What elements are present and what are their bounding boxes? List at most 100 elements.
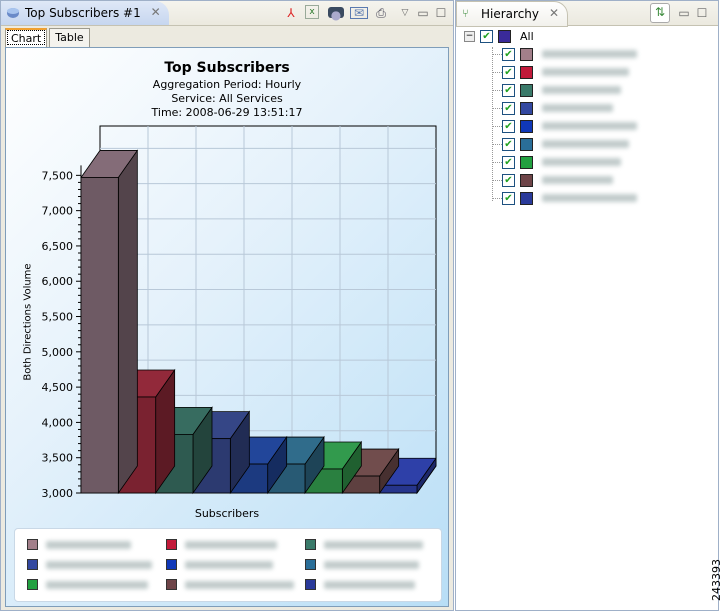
legend-swatch — [305, 539, 316, 550]
tree-item-color-swatch — [520, 191, 533, 205]
tree-item[interactable]: ✔ — [502, 136, 629, 152]
tree-item-checkbox[interactable]: ✔ — [502, 119, 515, 133]
tree-item-color-swatch — [520, 101, 533, 115]
tree-item-checkbox[interactable]: ✔ — [502, 155, 515, 169]
legend-swatch — [27, 579, 38, 590]
tree-item-color-swatch — [520, 83, 533, 97]
tree-item-color-swatch — [520, 65, 533, 79]
tree-item[interactable]: ✔ — [502, 46, 637, 62]
legend-swatch — [305, 579, 316, 590]
minimize-icon[interactable]: ▭ — [415, 5, 431, 21]
tree-item[interactable]: ✔ — [502, 100, 613, 116]
tree-item-checkbox[interactable]: ✔ — [502, 137, 515, 151]
y-tick-label: 7,000 — [42, 205, 74, 218]
y-tick-label: 3,500 — [42, 452, 74, 465]
view-menu-icon[interactable]: ▽ — [397, 5, 413, 21]
redacted-label — [542, 158, 621, 166]
tree-line — [492, 126, 502, 127]
tree-item-checkbox[interactable]: ✔ — [502, 83, 515, 97]
y-tick-label: 6,500 — [42, 240, 74, 253]
sort-icon[interactable]: ⇅ — [650, 3, 670, 23]
tree-line — [492, 198, 502, 199]
camera-icon[interactable]: ● — [328, 7, 344, 22]
figure-id: 243393 — [710, 559, 723, 601]
tree-item[interactable]: ✔ — [502, 118, 637, 134]
tree-line — [492, 90, 502, 91]
redacted-label — [324, 540, 423, 549]
redacted-label — [542, 68, 629, 76]
excel-export-icon[interactable]: x — [305, 5, 319, 19]
hierarchy-tabbar: ⑂ Hierarchy ✕ ⇅ ▭ ☐ — [456, 1, 718, 27]
y-tick-label: 5,500 — [42, 311, 74, 324]
tree-item-checkbox[interactable]: ✔ — [502, 101, 515, 115]
root-label: All — [520, 29, 534, 43]
legend-item — [305, 539, 423, 550]
redacted-label — [46, 560, 152, 569]
tree-item-checkbox[interactable]: ✔ — [502, 173, 515, 187]
tab-table[interactable]: Table — [49, 28, 90, 47]
y-tick-label: 7,500 — [42, 169, 74, 182]
redacted-label — [46, 540, 131, 549]
tree-item-checkbox[interactable]: ✔ — [502, 47, 515, 61]
redacted-label — [324, 580, 415, 589]
bar — [379, 484, 418, 494]
tree-item[interactable]: ✔ — [502, 82, 621, 98]
tree-item-checkbox[interactable]: ✔ — [502, 191, 515, 205]
legend-item — [166, 579, 294, 590]
legend-item — [27, 539, 131, 550]
root-color-swatch — [498, 29, 511, 43]
legend-item — [305, 559, 419, 570]
tree-root[interactable]: − ✔ All — [464, 28, 534, 44]
tree-item[interactable]: ✔ — [502, 154, 621, 170]
collapse-icon[interactable]: − — [464, 30, 475, 42]
legend-item — [27, 559, 152, 570]
root-checkbox[interactable]: ✔ — [480, 29, 493, 43]
tree-line — [492, 72, 502, 73]
redacted-label — [46, 580, 148, 589]
tree-item[interactable]: ✔ — [502, 172, 613, 188]
print-icon[interactable]: ⎙ — [373, 5, 389, 21]
hierarchy-view: ⑂ Hierarchy ✕ ⇅ ▭ ☐ − ✔ All ✔ ✔ ✔ ✔ ✔ ✔ ✔ ✔ ✔ — [455, 0, 719, 611]
y-tick-label: 5,000 — [42, 346, 74, 359]
tree-line — [492, 47, 493, 201]
hierarchy-icon: ⑂ — [462, 7, 469, 20]
redacted-label — [542, 176, 613, 184]
tree-item-color-swatch — [520, 119, 533, 133]
y-tick-label: 4,000 — [42, 416, 74, 429]
x-axis-label: Subscribers — [194, 507, 260, 520]
tree-line — [492, 162, 502, 163]
legend-item — [27, 579, 148, 590]
redacted-label — [542, 194, 637, 202]
maximize-icon[interactable]: ☐ — [433, 5, 449, 21]
editor-tabbar: Top Subscribers #1 ✕ ⅄ x ● ✉ ⎙ ▽ ▭ ☐ — [1, 1, 453, 26]
legend-item — [166, 539, 277, 550]
hierarchy-tab[interactable]: ⑂ Hierarchy ✕ — [456, 1, 569, 27]
redacted-label — [542, 140, 629, 148]
bar-side — [117, 149, 138, 495]
tree-line — [492, 144, 502, 145]
redacted-label — [185, 540, 277, 549]
bar-chart-plot: 3,000 3,500 4,000 4,500 5,000 5,500 6,000 6,500… — [42, 125, 437, 500]
redacted-label — [542, 104, 613, 112]
tree-item-checkbox[interactable]: ✔ — [502, 65, 515, 79]
bar — [80, 177, 119, 494]
tree-item-color-swatch — [520, 173, 533, 187]
redacted-label — [324, 560, 419, 569]
top-subscribers-editor: Top Subscribers #1 ✕ ⅄ x ● ✉ ⎙ ▽ ▭ ☐ Cha… — [0, 0, 454, 611]
tree-line — [492, 54, 502, 55]
y-tick-label: 4,500 — [42, 381, 74, 394]
editor-tab-title: Top Subscribers #1 — [25, 6, 141, 20]
tree-item[interactable]: ✔ — [502, 64, 629, 80]
maximize-icon[interactable]: ☐ — [694, 5, 710, 21]
close-icon[interactable]: ✕ — [549, 6, 559, 20]
tab-chart[interactable]: Chart — [5, 28, 48, 47]
legend-swatch — [27, 539, 38, 550]
close-icon[interactable]: ✕ — [151, 5, 161, 19]
y-tick-label: 6,000 — [42, 275, 74, 288]
pdf-export-icon[interactable]: ⅄ — [283, 5, 299, 21]
tree-item[interactable]: ✔ — [502, 190, 637, 206]
email-icon[interactable]: ✉ — [350, 7, 368, 19]
editor-tab[interactable]: Top Subscribers #1 ✕ — [1, 1, 169, 25]
legend-swatch — [27, 559, 38, 570]
minimize-icon[interactable]: ▭ — [676, 5, 692, 21]
